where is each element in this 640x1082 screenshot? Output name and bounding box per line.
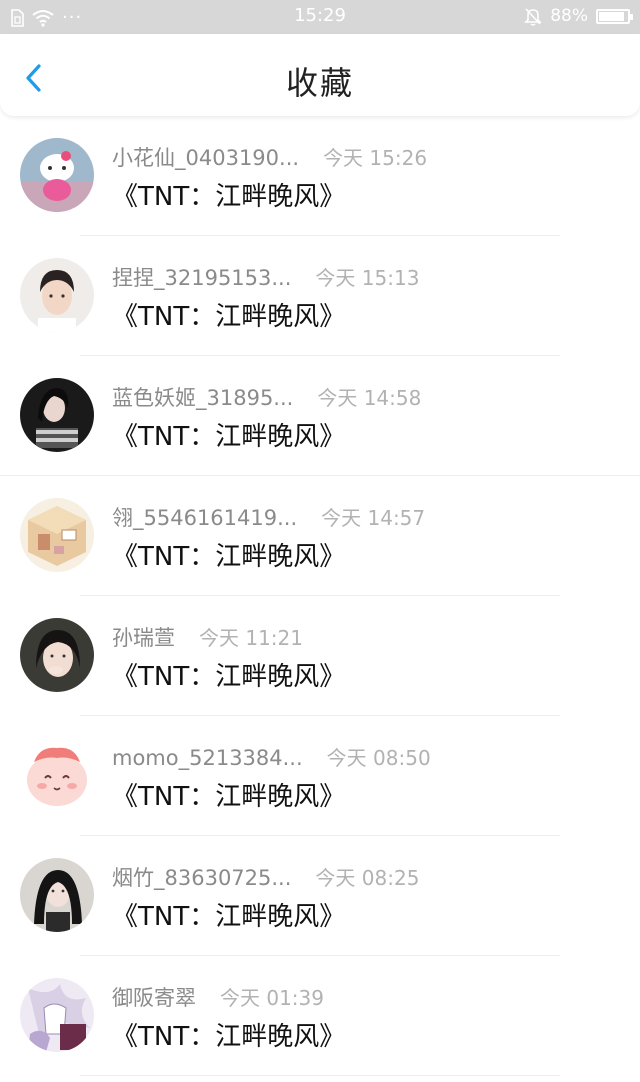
item-meta: 蓝色妖姬_31895... 今天 14:58 <box>112 382 421 412</box>
book-title[interactable]: 《TNT：江畔晚风》 <box>112 1016 345 1053</box>
navigation-header: 收藏 <box>0 34 640 116</box>
avatar[interactable] <box>20 978 94 1052</box>
avatar-image <box>20 858 94 932</box>
timestamp: 今天 08:25 <box>315 866 420 890</box>
user-name[interactable]: 蓝色妖姬_31895... <box>112 382 293 412</box>
timestamp: 今天 14:57 <box>321 506 426 530</box>
favorites-list: 小花仙_0403190... 今天 15:26 《TNT：江畔晚风》 捏捏_32… <box>0 116 640 1076</box>
divider <box>80 1075 560 1076</box>
list-item[interactable]: 捏捏_32195153... 今天 15:13 《TNT：江畔晚风》 <box>0 236 640 356</box>
user-name[interactable]: 小花仙_0403190... <box>112 142 299 172</box>
book-title[interactable]: 《TNT：江畔晚风》 <box>112 296 345 333</box>
book-title[interactable]: 《TNT：江畔晚风》 <box>112 896 345 933</box>
item-meta: momo_5213384... 今天 08:50 <box>112 742 431 771</box>
battery-icon <box>596 8 633 24</box>
user-name[interactable]: momo_5213384... <box>112 746 303 770</box>
battery-percentage: 88% <box>550 6 588 26</box>
timestamp: 今天 08:50 <box>326 746 431 770</box>
user-name[interactable]: 孙瑞萱 <box>112 622 175 652</box>
user-name[interactable]: 捏捏_32195153... <box>112 262 291 292</box>
timestamp: 今天 14:58 <box>317 386 422 410</box>
book-title[interactable]: 《TNT：江畔晚风》 <box>112 656 345 693</box>
avatar-image <box>20 258 94 332</box>
item-meta: 烟竹_83630725... 今天 08:25 <box>112 862 419 892</box>
page-title: 收藏 <box>285 64 354 102</box>
user-name[interactable]: 翎_5546161419... <box>112 502 297 532</box>
item-meta: 翎_5546161419... 今天 14:57 <box>112 502 425 532</box>
book-title[interactable]: 《TNT：江畔晚风》 <box>112 176 345 213</box>
battery-level-fill <box>599 11 624 21</box>
list-item[interactable]: 小花仙_0403190... 今天 15:26 《TNT：江畔晚风》 <box>0 116 640 236</box>
list-item[interactable]: 翎_5546161419... 今天 14:57 《TNT：江畔晚风》 <box>0 476 640 596</box>
item-meta: 孙瑞萱 今天 11:21 <box>112 622 303 652</box>
avatar[interactable] <box>20 258 94 332</box>
book-title[interactable]: 《TNT：江畔晚风》 <box>112 776 345 813</box>
user-name[interactable]: 烟竹_83630725... <box>112 862 291 892</box>
timestamp: 今天 01:39 <box>220 986 324 1010</box>
item-meta: 小花仙_0403190... 今天 15:26 <box>112 142 427 172</box>
book-title[interactable]: 《TNT：江畔晚风》 <box>112 416 345 453</box>
avatar-image <box>20 138 94 212</box>
avatar[interactable] <box>20 138 94 212</box>
list-item[interactable]: 孙瑞萱 今天 11:21 《TNT：江畔晚风》 <box>0 596 640 716</box>
avatar[interactable] <box>20 378 94 452</box>
list-item[interactable]: 御阪寄翠 今天 01:39 《TNT：江畔晚风》 <box>0 956 640 1076</box>
avatar-image <box>20 378 94 452</box>
avatar-image <box>20 738 94 812</box>
list-item[interactable]: momo_5213384... 今天 08:50 《TNT：江畔晚风》 <box>0 716 640 836</box>
item-meta: 捏捏_32195153... 今天 15:13 <box>112 262 419 292</box>
list-item[interactable]: 烟竹_83630725... 今天 08:25 《TNT：江畔晚风》 <box>0 836 640 956</box>
timestamp: 今天 11:21 <box>199 626 303 650</box>
status-bar: ··· 15:29 88% <box>0 0 640 34</box>
status-right-icons: 88% <box>524 6 633 26</box>
avatar[interactable] <box>20 738 94 812</box>
user-name[interactable]: 御阪寄翠 <box>112 982 196 1012</box>
book-title[interactable]: 《TNT：江畔晚风》 <box>112 536 345 573</box>
list-item[interactable]: 蓝色妖姬_31895... 今天 14:58 《TNT：江畔晚风》 <box>0 356 640 476</box>
timestamp: 今天 15:26 <box>323 146 428 170</box>
avatar-image <box>20 498 94 572</box>
timestamp: 今天 15:13 <box>315 266 420 290</box>
avatar-image <box>20 978 94 1052</box>
avatar[interactable] <box>20 858 94 932</box>
bell-off-icon <box>524 7 543 26</box>
item-meta: 御阪寄翠 今天 01:39 <box>112 982 324 1012</box>
avatar[interactable] <box>20 498 94 572</box>
avatar[interactable] <box>20 618 94 692</box>
avatar-image <box>20 618 94 692</box>
